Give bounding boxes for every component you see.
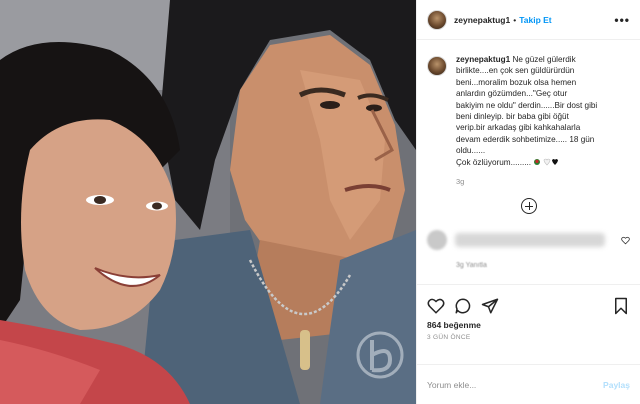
caption-line: anlardın gözümden..."Geç otur xyxy=(456,89,568,99)
bookmark-icon[interactable] xyxy=(612,297,630,315)
caption-username[interactable]: zeynepaktug1 xyxy=(456,55,510,64)
emoji-icons xyxy=(534,159,559,166)
post-header: zeynepaktug1 • Takip Et ••• xyxy=(417,0,640,40)
comments-section: zeynepaktug1 Ne güzel gülerdik birlikte.… xyxy=(417,40,640,284)
instagram-post: zeynepaktug1 • Takip Et ••• zeynepaktug1… xyxy=(0,0,640,404)
caption-line: Çok özlüyorum......... xyxy=(456,157,532,167)
hidden-comment xyxy=(427,230,630,251)
caption-line: birlikte....en çok sen güldürürdün xyxy=(456,66,575,76)
post-comment-button[interactable]: Paylaş xyxy=(603,380,630,390)
post-date[interactable]: 3 GÜN ÖNCE xyxy=(427,334,630,341)
comment-input[interactable] xyxy=(427,379,604,390)
hidden-comment-avatar xyxy=(427,230,447,251)
paper-plane-icon[interactable] xyxy=(481,297,499,315)
caption-text: zeynepaktug1 Ne güzel gülerdik birlikte.… xyxy=(456,54,626,168)
avatar[interactable] xyxy=(427,9,447,30)
caption-line: bakiyim ne oldu" derdin......Bir dost gi… xyxy=(456,100,598,110)
more-options-icon[interactable]: ••• xyxy=(614,13,630,27)
header-username[interactable]: zeynepaktug1 xyxy=(454,15,510,25)
follow-button[interactable]: Takip Et xyxy=(519,15,551,25)
post-photo-image xyxy=(0,0,416,404)
caption-row: zeynepaktug1 Ne güzel gülerdik birlikte.… xyxy=(427,54,630,168)
hidden-comment-text xyxy=(455,233,605,248)
caption-avatar[interactable] xyxy=(427,56,447,76)
caption-line: verip.bir arkadaş gibi kahkahalarla xyxy=(456,123,581,133)
caption-line: beni...moralim bozuk olsa hemen xyxy=(456,77,577,87)
load-more-comments-icon[interactable] xyxy=(520,198,537,215)
actions-bar: 864 beğenme 3 GÜN ÖNCE xyxy=(417,284,640,364)
comment-form: Paylaş xyxy=(417,364,640,404)
post-photo[interactable] xyxy=(0,0,416,404)
heart-icon[interactable] xyxy=(427,297,445,315)
caption-line: Ne güzel gülerdik xyxy=(512,55,576,64)
caption-timestamp[interactable]: 3g xyxy=(456,177,630,186)
header-separator: • xyxy=(513,14,517,25)
post-sidebar: zeynepaktug1 • Takip Et ••• zeynepaktug1… xyxy=(416,0,640,404)
action-icons xyxy=(427,295,630,317)
hidden-comment-meta: 3g Yanıtla xyxy=(456,262,487,270)
caption-line: devam ederdik sohbetimize..... 18 gün xyxy=(456,134,595,144)
like-count[interactable]: 864 beğenme xyxy=(427,320,630,330)
caption-line: oldu...... xyxy=(456,146,486,156)
comment-icon[interactable] xyxy=(454,297,472,315)
comment-like-icon[interactable] xyxy=(621,236,630,245)
caption-line: beni dinleyip. bir baba gibi öğüt xyxy=(456,112,569,122)
